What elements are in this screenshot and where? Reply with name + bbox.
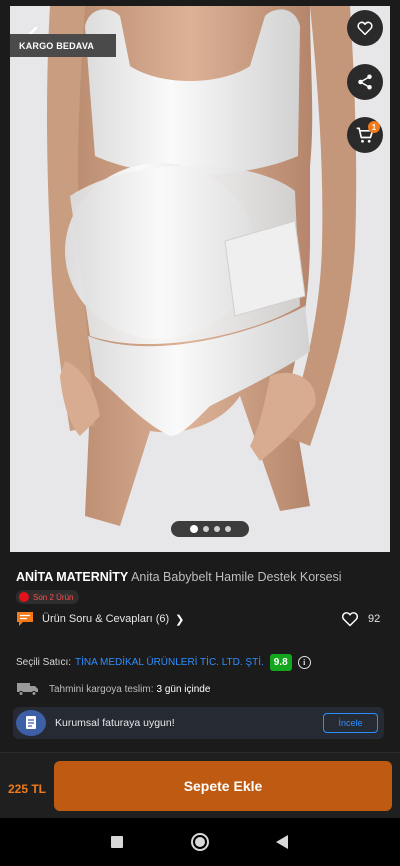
seller-label: Seçili Satıcı: — [16, 657, 72, 668]
heart-icon — [357, 21, 373, 36]
purchase-bar: 225 TL Sepete Ekle — [0, 752, 400, 818]
share-button[interactable] — [347, 64, 383, 100]
likes-count: 92 — [368, 613, 381, 625]
home-icon[interactable] — [191, 833, 209, 851]
questions-answers-link[interactable]: Ürün Soru & Cevapları (6) ❯ — [16, 611, 184, 627]
recent-apps-icon[interactable] — [111, 836, 123, 848]
stock-text: Son 2 Ürün — [33, 592, 74, 602]
stock-alert-icon — [19, 592, 29, 602]
nav-back-icon[interactable] — [276, 835, 288, 849]
seller-row: Seçili Satıcı: TİNA MEDİKAL ÜRÜNLERİ TİC… — [16, 654, 311, 671]
system-nav-bar — [0, 818, 400, 866]
review-button[interactable]: İncele — [323, 713, 378, 733]
seller-score-badge: 9.8 — [269, 654, 292, 671]
pager-dot[interactable] — [224, 526, 231, 532]
shipping-row: Tahmini kargoya teslim: 3 gün içinde — [16, 682, 210, 696]
share-icon — [358, 74, 372, 90]
corporate-invoice-text: Kurumsal faturaya uygun! — [55, 717, 175, 729]
add-to-cart-button[interactable]: Sepete Ekle — [54, 761, 392, 811]
chat-bubble-icon — [17, 612, 33, 626]
invoice-icon — [16, 710, 46, 736]
corporate-invoice-box: Kurumsal faturaya uygun! İncele — [13, 707, 384, 739]
product-brand[interactable]: ANİTA MATERNİTY — [16, 570, 128, 584]
chevron-right-icon: ❯ — [175, 613, 185, 626]
pager-dot[interactable] — [189, 525, 198, 533]
stock-badge: Son 2 Ürün — [16, 590, 80, 604]
free-shipping-badge: KARGO BEDAVA — [10, 34, 117, 57]
cart-count-badge: 1 — [368, 121, 380, 133]
heart-outline-icon[interactable] — [341, 611, 359, 627]
favorite-button[interactable] — [347, 10, 383, 46]
truck-icon — [17, 683, 38, 696]
pager-dot[interactable] — [202, 526, 209, 532]
product-image[interactable]: KARGO BEDAVA — [10, 6, 390, 552]
product-name: Anita Babybelt Hamile Destek Korsesi — [131, 570, 342, 584]
product-photo — [47, 6, 357, 526]
product-title: ANİTA MATERNİTY Anita Babybelt Hamile De… — [16, 570, 342, 584]
shipping-days: 3 gün içinde — [156, 683, 211, 695]
gallery-pager[interactable] — [171, 521, 249, 537]
cart-button[interactable]: 1 — [347, 117, 383, 153]
qa-label: Ürün Soru & Cevapları (6) — [42, 613, 170, 625]
seller-name-link[interactable]: TİNA MEDİKAL ÜRÜNLERİ TİC. LTD. ŞTİ. — [75, 657, 264, 668]
like-counter[interactable]: 92 — [341, 611, 380, 627]
pager-dot[interactable] — [213, 526, 220, 532]
shipping-label: Tahmini kargoya teslim: — [49, 683, 154, 695]
price: 225 TL — [8, 782, 47, 796]
info-icon[interactable]: i — [297, 656, 311, 669]
